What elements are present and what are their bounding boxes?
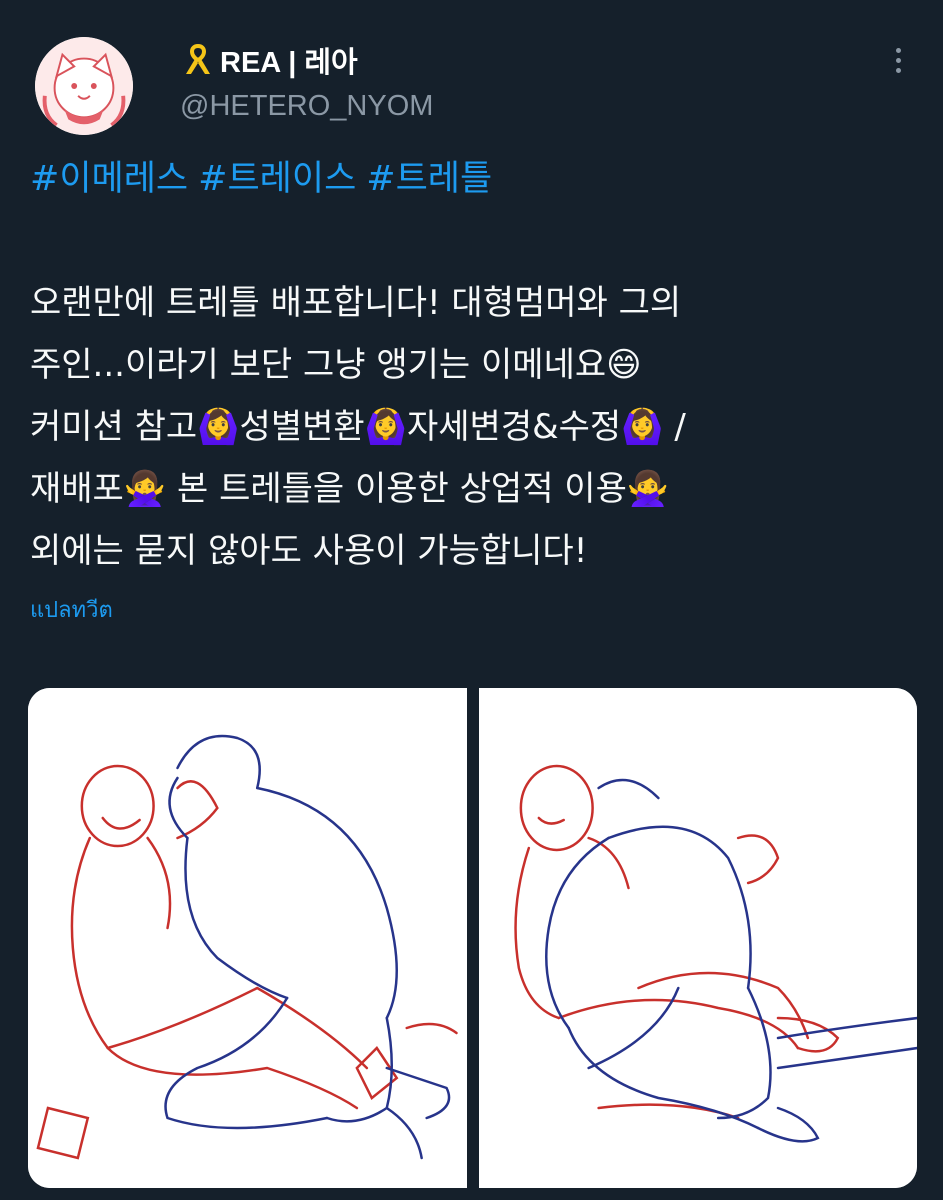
tweet-body-line: 주인...이라기 보단 그냥 앵기는 이메네요😄 xyxy=(30,345,642,385)
media-grid xyxy=(28,688,917,1188)
tweet-body: 오랜만에 트레틀 배포합니다! 대형멈머와 그의 주인...이라기 보단 그냥 … xyxy=(30,272,920,582)
translate-tweet-link[interactable]: แปลทวีต xyxy=(30,592,113,627)
yellow-ribbon-icon xyxy=(180,42,216,78)
author-handle[interactable]: @HETERO_NYOM xyxy=(180,90,433,123)
tweet-body-line: 외에는 묻지 않아도 사용이 가능합니다! xyxy=(30,531,588,571)
avatar[interactable] xyxy=(35,37,133,135)
author-display-name: REA | 레아 xyxy=(220,47,358,79)
more-vertical-icon[interactable] xyxy=(876,40,920,80)
media-image-1[interactable] xyxy=(28,688,467,1188)
media-image-2[interactable] xyxy=(478,688,917,1188)
tweet-body-line: 커미션 참고🙆‍♀️성별변환🙆‍♀️자세변경&수정🙆‍♀️ / xyxy=(30,407,686,447)
hashtag-link[interactable]: #이메레스 xyxy=(30,159,188,199)
author-name-row[interactable]: REA | 레아 xyxy=(180,40,358,80)
hashtag-link[interactable]: #트레틀 xyxy=(366,159,492,199)
tweet-body-line: 오랜만에 트레틀 배포합니다! 대형멈머와 그의 xyxy=(30,283,682,323)
tweet-body-line: 재배포🙅‍♀️ 본 트레틀을 이용한 상업적 이용🙅‍♀️ xyxy=(30,469,670,509)
hashtag-link[interactable]: #트레이스 xyxy=(198,159,356,199)
hashtag-list: #이메레스 #트레이스 #트레틀 xyxy=(30,153,502,205)
